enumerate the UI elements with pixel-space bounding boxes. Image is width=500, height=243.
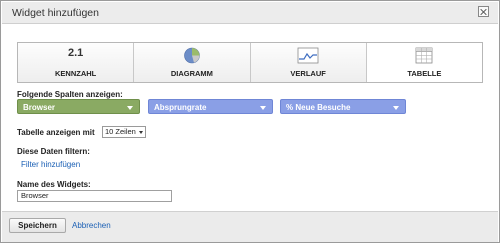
dropdown-value: % Neue Besuche <box>286 103 351 112</box>
select-value: 10 Zeilen <box>105 127 136 136</box>
tab-diagramm[interactable]: DIAGRAMM <box>134 43 251 82</box>
columns-heading: Folgende Spalten anzeigen: <box>17 90 123 99</box>
widget-name-input[interactable]: Browser <box>17 190 172 202</box>
tab-label: DIAGRAMM <box>170 69 213 78</box>
tab-tabelle[interactable]: TABELLE <box>366 43 482 82</box>
table-icon <box>415 47 433 64</box>
tab-label: VERLAUF <box>290 69 326 78</box>
chevron-down-icon <box>127 106 133 110</box>
dialog-titlebar: Widget hinzufügen <box>2 2 498 24</box>
column-dropdown-absprungrate[interactable]: Absprungrate <box>148 99 273 114</box>
dialog-footer: Speichern Abbrechen <box>2 211 498 242</box>
widget-name-heading: Name des Widgets: <box>17 180 91 189</box>
dropdown-value: Absprungrate <box>154 103 207 112</box>
add-filter-link[interactable]: Filter hinzufügen <box>21 160 80 169</box>
column-dropdown-browser[interactable]: Browser <box>17 99 140 114</box>
table-rows-label: Tabelle anzeigen mit <box>17 128 95 137</box>
table-rows-select[interactable]: 10 Zeilen <box>102 126 146 138</box>
line-chart-icon <box>297 47 319 64</box>
chevron-down-icon <box>393 106 399 110</box>
cancel-link[interactable]: Abbrechen <box>72 221 111 230</box>
tab-label: TABELLE <box>407 69 442 78</box>
filter-heading: Diese Daten filtern: <box>17 147 90 156</box>
dialog-title: Widget hinzufügen <box>12 7 99 19</box>
tab-kennzahl[interactable]: 2.1 KENNZAHL <box>18 43 135 82</box>
close-icon[interactable] <box>478 6 489 17</box>
add-widget-dialog: Widget hinzufügen 2.1 KENNZAHL DIAGRAMM … <box>0 0 500 243</box>
column-dropdown-neue-besuche[interactable]: % Neue Besuche <box>280 99 406 114</box>
chevron-down-icon <box>260 106 266 110</box>
widget-type-tabs: 2.1 KENNZAHL DIAGRAMM VERLAUF TABELLE <box>17 42 483 83</box>
number-icon: 2.1 <box>67 47 84 59</box>
tab-verlauf[interactable]: VERLAUF <box>250 43 367 82</box>
chevron-down-icon <box>139 131 143 134</box>
tab-label: KENNZAHL <box>55 69 97 78</box>
dropdown-value: Browser <box>23 103 56 112</box>
save-button[interactable]: Speichern <box>9 218 66 233</box>
pie-chart-icon <box>184 47 200 64</box>
